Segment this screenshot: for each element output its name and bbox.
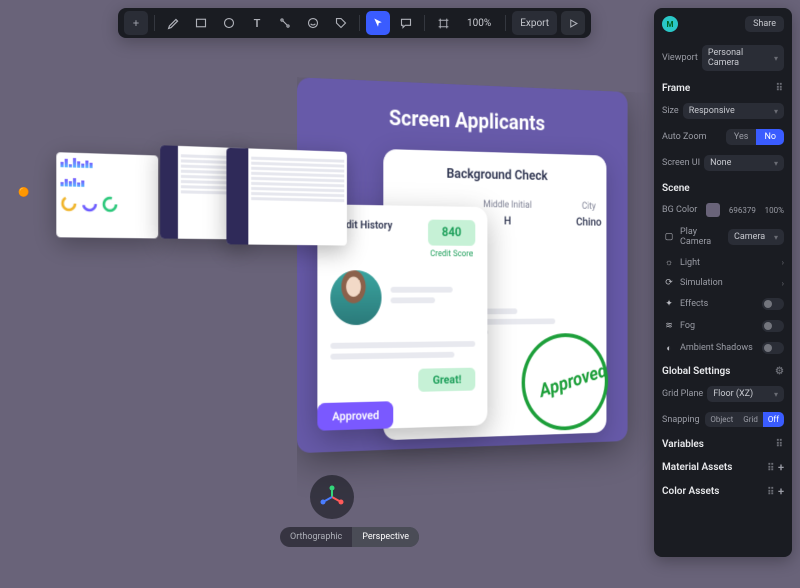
frame-section: Frame bbox=[662, 83, 690, 94]
color-section[interactable]: Color Assets bbox=[662, 486, 719, 497]
effects-icon: ✦ bbox=[662, 299, 676, 309]
field-middle-initial: Middle InitialH bbox=[483, 199, 532, 227]
credit-history-card[interactable]: Credit History 840 Credit Score Great! A… bbox=[317, 204, 487, 431]
applicant-avatar bbox=[330, 270, 381, 325]
svg-text:Approved: Approved bbox=[536, 359, 610, 403]
credit-score-value: 840 bbox=[428, 220, 476, 246]
color-add-icon[interactable]: + bbox=[778, 485, 784, 498]
rect-tool-icon[interactable] bbox=[189, 11, 213, 35]
text-tool-icon[interactable]: T bbox=[245, 11, 269, 35]
ambient-toggle[interactable] bbox=[762, 342, 784, 354]
frame-size-select[interactable]: Responsive▾ bbox=[683, 103, 784, 119]
bgcolor-hex[interactable]: 696379 bbox=[729, 206, 756, 215]
orientation-gizmo[interactable] bbox=[310, 475, 354, 519]
snapping-toggle[interactable]: ObjectGridOff bbox=[705, 412, 784, 427]
autozoom-toggle[interactable]: YesNo bbox=[726, 129, 784, 145]
orthographic-option[interactable]: Orthographic bbox=[280, 527, 352, 547]
path-tool-icon[interactable] bbox=[273, 11, 297, 35]
viewport-label: Viewport bbox=[662, 53, 698, 63]
design-thumbnail-3[interactable] bbox=[226, 148, 346, 246]
simulation-row[interactable]: Simulation bbox=[680, 278, 778, 288]
bgcolor-swatch[interactable] bbox=[706, 203, 720, 217]
global-section: Global Settings bbox=[662, 366, 730, 377]
frame-tool-icon[interactable] bbox=[431, 11, 455, 35]
screenui-select[interactable]: None▾ bbox=[704, 155, 784, 171]
main-toolbar: + T 100% Export bbox=[118, 8, 591, 38]
bgcolor-opacity[interactable]: 100% bbox=[765, 206, 784, 215]
approved-stamp: Approved bbox=[515, 325, 615, 439]
hero-title: Screen Applicants bbox=[316, 104, 612, 139]
add-button[interactable]: + bbox=[124, 11, 148, 35]
material-add-icon[interactable]: + bbox=[778, 461, 784, 474]
playcamera-select[interactable]: Camera▾ bbox=[728, 229, 784, 245]
scene-section: Scene bbox=[662, 183, 690, 194]
camera-projection-toggle[interactable]: Orthographic Perspective bbox=[280, 527, 419, 547]
share-button[interactable]: Share bbox=[745, 16, 784, 32]
simulation-icon: ⟳ bbox=[662, 278, 676, 288]
light-row[interactable]: Light bbox=[680, 258, 778, 268]
fog-row[interactable]: Fog bbox=[680, 321, 758, 331]
material-section[interactable]: Material Assets bbox=[662, 462, 732, 473]
axis-origin-icon: 🟠 bbox=[18, 188, 29, 198]
export-button[interactable]: Export bbox=[512, 11, 557, 35]
rating-pill: Great! bbox=[419, 368, 476, 392]
ambient-row[interactable]: Ambient Shadows bbox=[680, 343, 758, 353]
hero-card[interactable]: Screen Applicants Background Check Middl… bbox=[297, 77, 628, 453]
pointer-tool-icon[interactable] bbox=[366, 11, 390, 35]
user-avatar[interactable]: M bbox=[662, 16, 678, 32]
smile-tool-icon[interactable] bbox=[301, 11, 325, 35]
variables-settings-icon[interactable]: ⠿ bbox=[776, 439, 784, 450]
variables-section[interactable]: Variables bbox=[662, 439, 704, 450]
ambient-icon: ◐ bbox=[662, 343, 676, 354]
properties-panel: M Share Viewport Personal Camera▾ Frame ⠿… bbox=[654, 8, 792, 557]
design-thumbnail-2[interactable] bbox=[160, 145, 247, 239]
zoom-level[interactable]: 100% bbox=[459, 11, 499, 35]
light-icon: ☼ bbox=[662, 257, 676, 268]
gridplane-select[interactable]: Floor (XZ)▾ bbox=[707, 386, 784, 402]
color-settings-icon[interactable]: ⠿ bbox=[767, 487, 775, 498]
fog-toggle[interactable] bbox=[762, 320, 784, 332]
circle-tool-icon[interactable] bbox=[217, 11, 241, 35]
camera-icon: ▢ bbox=[662, 232, 676, 242]
pen-tool-icon[interactable] bbox=[161, 11, 185, 35]
global-settings-icon[interactable]: ⚙ bbox=[775, 366, 784, 377]
fog-icon: ≋ bbox=[662, 321, 676, 331]
field-city: CityChino bbox=[576, 201, 602, 228]
material-settings-icon[interactable]: ⠿ bbox=[767, 463, 775, 474]
viewport-camera-select[interactable]: Personal Camera▾ bbox=[702, 45, 784, 71]
design-thumbnail-1[interactable] bbox=[56, 152, 158, 238]
play-button[interactable] bbox=[561, 11, 585, 35]
tag-tool-icon[interactable] bbox=[329, 11, 353, 35]
card-title: Background Check bbox=[398, 165, 594, 185]
effects-toggle[interactable] bbox=[762, 298, 784, 310]
background-check-card[interactable]: Background Check Middle InitialH CityChi… bbox=[383, 149, 606, 440]
frame-settings-icon[interactable]: ⠿ bbox=[776, 83, 784, 94]
comment-tool-icon[interactable] bbox=[394, 11, 418, 35]
approved-button[interactable]: Approved bbox=[317, 401, 393, 431]
credit-score-label: Credit Score bbox=[428, 249, 476, 259]
effects-row[interactable]: Effects bbox=[680, 299, 758, 309]
perspective-option[interactable]: Perspective bbox=[352, 527, 419, 547]
